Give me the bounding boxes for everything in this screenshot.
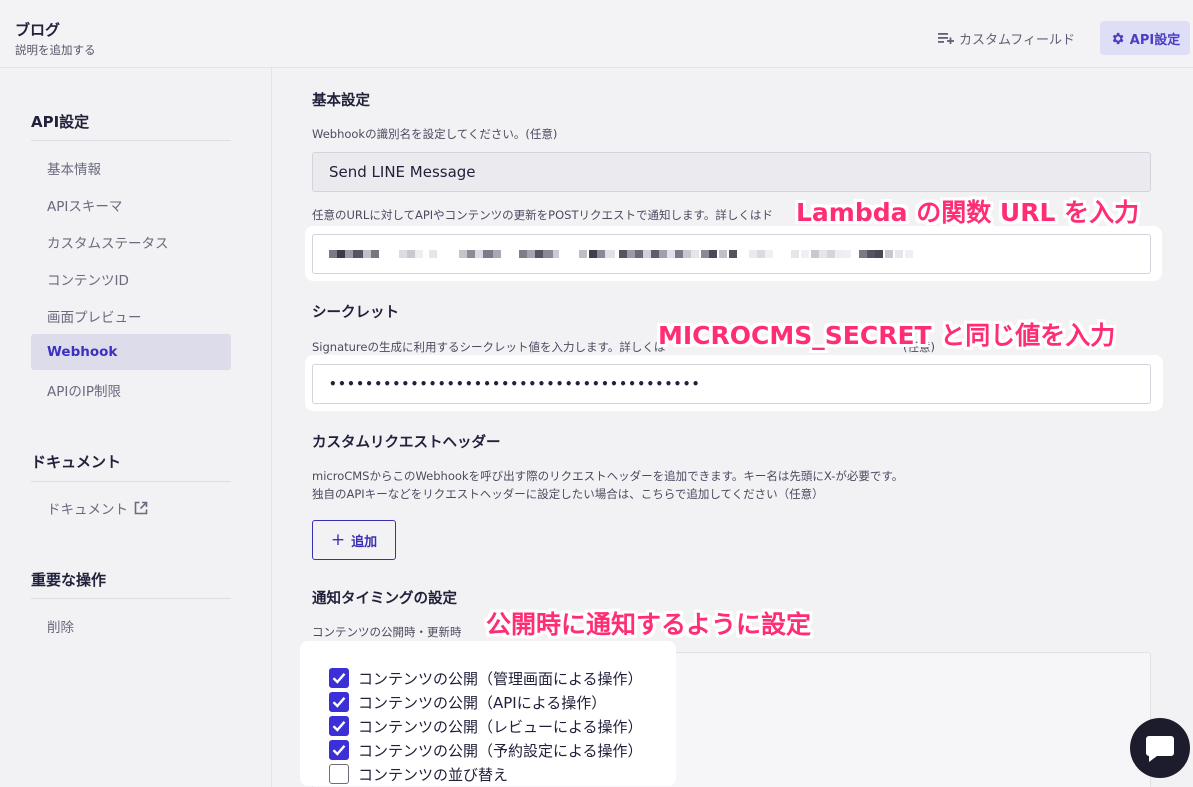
callout-secret: MICROCMS_SECRET と同じ値を入力 (658, 321, 1116, 350)
page-header: ブログ 説明を追加する カスタムフィールド API設定 (0, 0, 1193, 68)
basic-settings-title: 基本設定 (312, 93, 370, 109)
checkbox-label: コンテンツの公開（APIによる操作） (358, 693, 607, 712)
secret-description-text: Signatureの生成に利用するシークレット値を入力します。詳しくは (312, 340, 666, 354)
api-settings-button[interactable]: API設定 (1100, 21, 1190, 55)
gear-icon (1112, 32, 1124, 44)
page-title: ブログ (15, 21, 61, 39)
custom-header-title: カスタムリクエストヘッダー (312, 435, 501, 451)
sidebar-heading-api: API設定 (31, 113, 90, 131)
checkbox-publish-admin[interactable]: コンテンツの公開（管理画面による操作） (329, 668, 643, 688)
sidebar-divider (31, 598, 231, 599)
checkbox-checked-icon[interactable] (329, 668, 349, 688)
notify-timing-description: コンテンツの公開時・更新時 (312, 625, 462, 639)
custom-header-description-2: 独自のAPIキーなどをリクエストヘッダーに設定したい場合は、こちらで追加してくだ… (312, 487, 824, 501)
checkbox-label: コンテンツの公開（予約設定による操作） (358, 741, 643, 760)
checkbox-checked-icon[interactable] (329, 716, 349, 736)
sidebar-item-content-id[interactable]: コンテンツID (31, 261, 231, 297)
chat-support-button[interactable] (1130, 718, 1190, 778)
webhook-url-input[interactable] (312, 234, 1151, 274)
checkbox-checked-icon[interactable] (329, 692, 349, 712)
checkbox-reorder[interactable]: コンテンツの並び替え (329, 764, 508, 784)
add-description-link[interactable]: 説明を追加する (15, 42, 96, 58)
checkbox-publish-scheduled[interactable]: コンテンツの公開（予約設定による操作） (329, 740, 643, 760)
custom-field-button[interactable]: カスタムフィールド (938, 28, 1075, 48)
add-header-label: 追加 (351, 534, 378, 550)
list-add-icon (938, 33, 954, 44)
notify-timing-title: 通知タイミングの設定 (312, 591, 457, 607)
webhook-name-input[interactable]: Send LINE Message (312, 152, 1151, 192)
sidebar-item-custom-status[interactable]: カスタムステータス (31, 224, 231, 260)
checkbox-label: コンテンツの並び替え (358, 765, 509, 784)
callout-lambda-url: Lambda の関数 URL を入力 (796, 198, 1140, 227)
blurred-url-value (329, 250, 913, 258)
plus-icon: + (330, 530, 346, 550)
sidebar-item-preview[interactable]: 画面プレビュー (31, 298, 231, 334)
sidebar-heading-danger: 重要な操作 (31, 571, 107, 589)
checkbox-unchecked-icon[interactable] (329, 764, 349, 784)
chat-bubble-icon (1146, 736, 1174, 762)
checkbox-label: コンテンツの公開（レビューによる操作） (358, 717, 643, 736)
callout-publish: 公開時に通知するように設定 (486, 610, 812, 639)
checkbox-publish-review[interactable]: コンテンツの公開（レビューによる操作） (329, 716, 643, 736)
sidebar-item-api-schema[interactable]: APIスキーマ (31, 187, 231, 223)
sidebar-divider (31, 140, 231, 141)
checkbox-publish-api[interactable]: コンテンツの公開（APIによる操作） (329, 692, 606, 712)
custom-field-label: カスタムフィールド (959, 32, 1075, 48)
secret-value: ••••••••••••••••••••••••••••••••••••••••… (329, 377, 701, 391)
sidebar-heading-docs: ドキュメント (31, 453, 122, 471)
sidebar-item-delete[interactable]: 削除 (31, 608, 231, 644)
sidebar-item-ip-limit[interactable]: APIのIP制限 (31, 372, 231, 408)
sidebar-item-basic-info[interactable]: 基本情報 (31, 150, 231, 186)
secret-title: シークレット (312, 305, 399, 321)
checkbox-label: コンテンツの公開（管理画面による操作） (358, 669, 643, 688)
sidebar-item-webhook[interactable]: Webhook (31, 334, 231, 370)
webhook-name-description: Webhookの識別名を設定してください。(任意) (312, 127, 558, 141)
sidebar-item-docs-label: ドキュメント (47, 502, 128, 518)
sidebar-item-docs[interactable]: ドキュメント (31, 490, 231, 526)
secret-input[interactable]: ••••••••••••••••••••••••••••••••••••••••… (312, 364, 1151, 404)
sidebar-divider (31, 481, 231, 482)
external-link-icon (134, 501, 148, 515)
custom-header-description-1: microCMSからこのWebhookを呼び出す際のリクエストヘッダーを追加でき… (312, 469, 904, 483)
webhook-url-description: 任意のURLに対してAPIやコンテンツの更新をPOSTリクエストで通知します。詳… (312, 208, 773, 222)
add-header-button[interactable]: + 追加 (312, 520, 396, 560)
api-settings-label: API設定 (1129, 32, 1181, 48)
checkbox-checked-icon[interactable] (329, 740, 349, 760)
